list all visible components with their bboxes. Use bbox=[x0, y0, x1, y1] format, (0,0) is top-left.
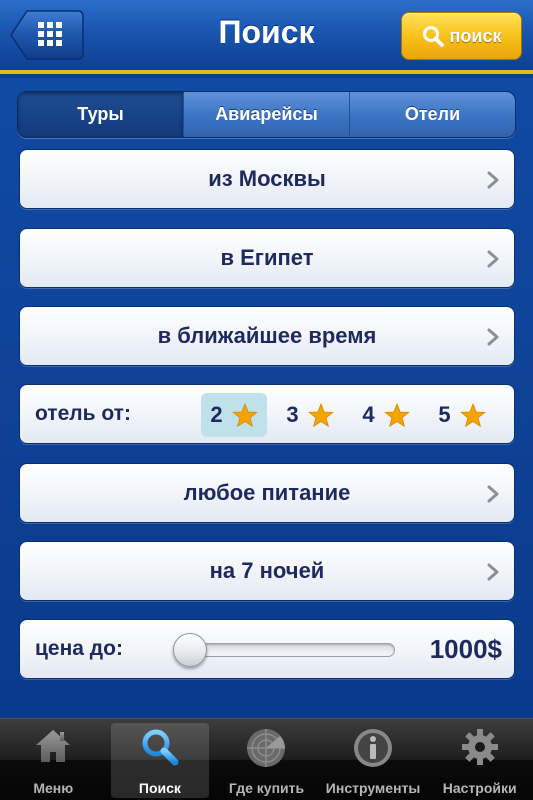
destination-row[interactable]: в Египет bbox=[19, 228, 515, 288]
tab-label: Поиск bbox=[138, 780, 181, 796]
search-button[interactable]: поиск bbox=[401, 12, 522, 60]
star-option-3[interactable]: 3 bbox=[277, 393, 343, 437]
price-slider-track[interactable] bbox=[175, 643, 395, 657]
segment-flights[interactable]: Авиарейсы bbox=[183, 92, 349, 137]
tab-search[interactable]: Поиск bbox=[107, 719, 214, 800]
departure-city-label: из Москвы bbox=[208, 166, 326, 191]
date-label: в ближайшее время bbox=[157, 323, 377, 348]
star-selector: 2 3 4 5 bbox=[201, 393, 495, 437]
search-type-segmented-control: Туры Авиарейсы Отели bbox=[17, 91, 516, 138]
chevron-right-icon bbox=[487, 563, 499, 581]
star-icon bbox=[231, 402, 258, 427]
segment-tours[interactable]: Туры bbox=[18, 92, 183, 137]
meal-row[interactable]: любое питание bbox=[19, 463, 515, 523]
chevron-right-icon bbox=[487, 485, 499, 503]
gear-icon bbox=[461, 729, 498, 765]
search-button-label: поиск bbox=[449, 25, 502, 46]
price-value: 1000$ bbox=[429, 633, 502, 664]
date-row[interactable]: в ближайшее время bbox=[19, 306, 515, 366]
star-icon bbox=[459, 402, 486, 427]
destination-label: в Египет bbox=[220, 245, 314, 270]
tab-menu[interactable]: Меню bbox=[0, 719, 107, 800]
star-count: 5 bbox=[438, 402, 451, 427]
star-option-2[interactable]: 2 bbox=[201, 393, 267, 437]
nav-bar: Поиск поиск bbox=[0, 0, 533, 74]
tab-tools[interactable]: Инструменты bbox=[320, 719, 427, 800]
star-option-4[interactable]: 4 bbox=[353, 393, 419, 437]
search-icon bbox=[142, 729, 179, 766]
price-row: цена до: 1000$ bbox=[19, 619, 515, 679]
chevron-right-icon bbox=[487, 250, 499, 268]
tab-bar: Меню Поиск Где купить Инструменты Настро… bbox=[0, 718, 533, 800]
search-icon bbox=[422, 26, 444, 47]
hotel-stars-label: отель от: bbox=[35, 402, 131, 425]
hotel-stars-row: отель от: 2 3 4 5 bbox=[19, 384, 515, 444]
departure-city-row[interactable]: из Москвы bbox=[19, 149, 515, 209]
price-label: цена до: bbox=[35, 637, 123, 660]
star-count: 4 bbox=[362, 402, 375, 427]
tab-where-to-buy[interactable]: Где купить bbox=[213, 719, 320, 800]
nights-label: на 7 ночей bbox=[209, 558, 325, 583]
tab-label: Меню bbox=[33, 780, 74, 796]
star-count: 3 bbox=[286, 402, 299, 427]
star-icon bbox=[383, 402, 410, 427]
meal-label: любое питание bbox=[183, 480, 351, 505]
tab-settings[interactable]: Настройки bbox=[426, 719, 533, 800]
chevron-right-icon bbox=[487, 171, 499, 189]
tab-label: Инструменты bbox=[325, 780, 421, 796]
home-icon bbox=[36, 730, 71, 762]
segment-hotels[interactable]: Отели bbox=[349, 92, 515, 137]
info-icon bbox=[354, 729, 393, 767]
star-icon bbox=[307, 402, 334, 427]
star-option-5[interactable]: 5 bbox=[429, 393, 495, 437]
price-slider-thumb[interactable] bbox=[173, 633, 207, 667]
nights-row[interactable]: на 7 ночей bbox=[19, 541, 515, 601]
radar-icon bbox=[247, 729, 286, 767]
star-count: 2 bbox=[210, 402, 223, 427]
tab-label: Где купить bbox=[228, 780, 305, 796]
chevron-right-icon bbox=[487, 328, 499, 346]
tab-label: Настройки bbox=[442, 780, 517, 796]
